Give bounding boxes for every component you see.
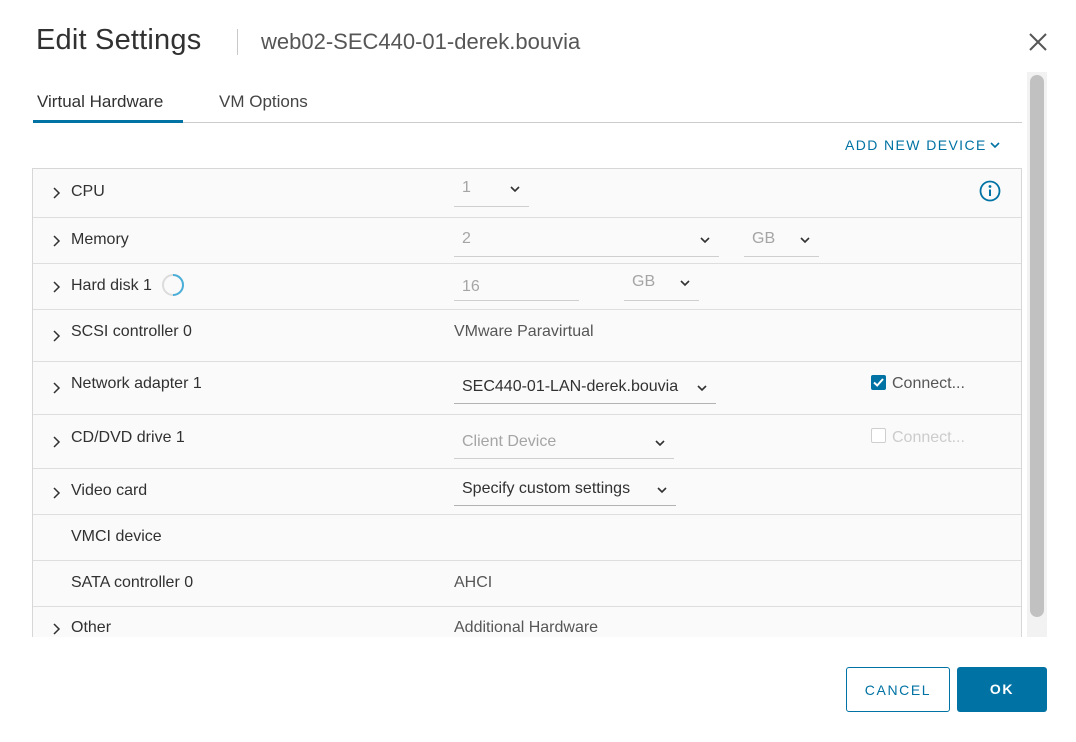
cpu-label: CPU <box>71 183 105 200</box>
add-new-device-label: ADD NEW DEVICE <box>845 137 987 153</box>
sata-controller-type: AHCI <box>454 574 493 591</box>
chevron-right-icon[interactable] <box>51 186 61 200</box>
chevron-down-icon <box>990 142 1000 149</box>
memory-unit-value: GB <box>752 230 776 247</box>
hardware-row-cd-dvd-drive: CD/DVD drive 1 Client Device Connect... <box>33 415 1021 469</box>
cd-dvd-connect-checkbox[interactable] <box>871 428 886 443</box>
memory-label: Memory <box>71 231 129 248</box>
chevron-right-icon[interactable] <box>51 234 61 248</box>
hardware-row-scsi-controller: SCSI controller 0 VMware Paravirtual <box>33 310 1021 362</box>
scrollbar-thumb[interactable] <box>1030 75 1044 617</box>
video-card-settings-value: Specify custom settings <box>462 480 631 497</box>
network-select[interactable]: SEC440-01-LAN-derek.bouvia <box>454 378 716 404</box>
network-connect-label: Connect... <box>892 375 965 392</box>
dialog-title: Edit Settings <box>36 24 202 56</box>
tab-bar: Virtual Hardware VM Options <box>33 86 1022 123</box>
network-select-value: SEC440-01-LAN-derek.bouvia <box>462 378 679 395</box>
hard-disk-label: Hard disk 1 <box>71 277 152 294</box>
chevron-right-icon[interactable] <box>51 280 61 294</box>
scsi-controller-type: VMware Paravirtual <box>454 323 594 340</box>
chevron-right-icon[interactable] <box>51 381 61 395</box>
sata-controller-label: SATA controller 0 <box>71 574 194 591</box>
chevron-down-icon <box>800 237 810 244</box>
chevron-right-icon[interactable] <box>51 622 61 636</box>
hardware-row-other: Other Additional Hardware <box>33 607 1021 637</box>
hard-disk-unit-value: GB <box>632 273 656 290</box>
chevron-down-icon <box>697 385 707 392</box>
video-card-settings-select[interactable]: Specify custom settings <box>454 480 676 506</box>
edit-settings-dialog: Edit Settings web02-SEC440-01-derek.bouv… <box>0 0 1076 742</box>
chevron-down-icon <box>700 237 710 244</box>
tab-virtual-hardware[interactable]: Virtual Hardware <box>33 86 183 123</box>
ok-button[interactable]: OK <box>957 667 1047 712</box>
chevron-right-icon[interactable] <box>51 486 61 500</box>
hardware-row-network-adapter: Network adapter 1 SEC440-01-LAN-derek.bo… <box>33 362 1021 415</box>
network-connect-checkbox[interactable] <box>871 375 886 390</box>
cpu-count-select[interactable]: 1 <box>454 179 529 207</box>
other-label: Other <box>71 619 112 636</box>
cd-dvd-source-select[interactable]: Client Device <box>454 433 674 459</box>
chevron-down-icon <box>510 186 520 193</box>
other-value: Additional Hardware <box>454 619 599 636</box>
vm-name: web02-SEC440-01-derek.bouvia <box>261 29 581 54</box>
cd-dvd-drive-label: CD/DVD drive 1 <box>71 429 185 446</box>
memory-unit-select[interactable]: GB <box>744 230 819 257</box>
chevron-down-icon <box>657 487 667 494</box>
hard-disk-unit-select[interactable]: GB <box>624 273 699 301</box>
hardware-row-vmci-device: VMCI device <box>33 515 1021 561</box>
memory-size-value: 2 <box>462 230 471 247</box>
chevron-right-icon[interactable] <box>51 435 61 449</box>
chevron-right-icon[interactable] <box>51 329 61 343</box>
memory-size-select[interactable]: 2 <box>454 230 719 257</box>
loading-spinner-icon <box>162 274 184 296</box>
title-divider <box>237 29 238 55</box>
cd-dvd-connect-label: Connect... <box>892 429 965 446</box>
info-icon[interactable] <box>979 180 1001 202</box>
hardware-row-cpu: CPU 1 <box>33 169 1021 218</box>
vmci-device-label: VMCI device <box>71 528 162 545</box>
hardware-row-memory: Memory 2 GB <box>33 218 1021 264</box>
hardware-row-sata-controller: SATA controller 0 AHCI <box>33 561 1021 607</box>
network-adapter-label: Network adapter 1 <box>71 375 202 392</box>
cpu-count-value: 1 <box>462 179 471 196</box>
chevron-down-icon <box>680 280 690 287</box>
add-new-device-button[interactable]: ADD NEW DEVICE <box>845 137 1001 153</box>
tab-vm-options[interactable]: VM Options <box>219 86 308 123</box>
video-card-label: Video card <box>71 482 148 499</box>
hard-disk-size-input[interactable] <box>454 273 579 301</box>
close-button[interactable] <box>1024 28 1052 56</box>
close-icon <box>1029 33 1047 51</box>
hardware-list: CPU 1 Memory 2 GB Hard disk 1 16 GB SCSI… <box>32 168 1022 637</box>
scsi-controller-label: SCSI controller 0 <box>71 323 192 340</box>
hardware-row-video-card: Video card Specify custom settings <box>33 469 1021 515</box>
chevron-down-icon <box>655 440 665 447</box>
cd-dvd-source-value: Client Device <box>462 433 557 450</box>
hardware-row-hard-disk: Hard disk 1 GB <box>33 264 1021 310</box>
checkmark-icon <box>873 378 884 387</box>
cancel-button[interactable]: CANCEL <box>846 667 950 712</box>
